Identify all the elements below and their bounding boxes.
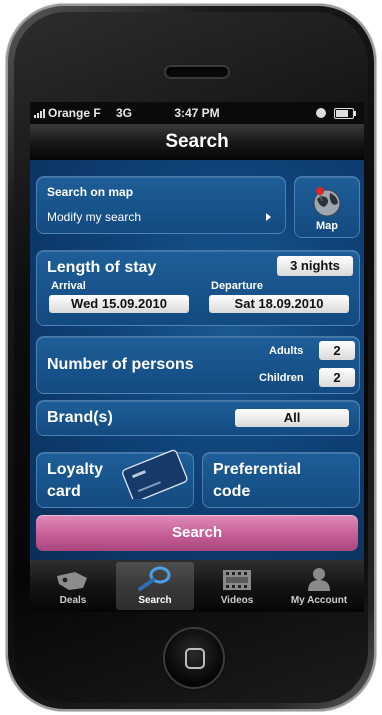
nav-bar: Search: [30, 124, 364, 160]
tag-icon: [57, 572, 87, 590]
departure-label: Departure: [211, 280, 263, 292]
tab-search[interactable]: Search: [116, 562, 194, 610]
status-time: 3:47 PM: [174, 106, 220, 120]
film-icon: [223, 570, 251, 590]
globe-icon: [313, 187, 341, 217]
person-icon: [308, 568, 330, 591]
tab-deals-label: Deals: [59, 595, 87, 606]
tab-videos-label: Videos: [220, 595, 254, 606]
loyalty-card-label-line2: card: [47, 483, 81, 500]
preferential-code-label-line2: code: [213, 483, 251, 500]
search-on-map-panel[interactable]: Search on map Modify my search: [36, 176, 286, 234]
home-button[interactable]: [165, 629, 223, 687]
rotation-lock-icon: [316, 108, 326, 118]
tab-search-label: Search: [138, 595, 172, 606]
page-title: Search: [165, 131, 229, 152]
number-of-persons-panel: Number of persons Adults 2 Children 2: [36, 336, 360, 394]
children-count-field[interactable]: 2: [319, 368, 355, 387]
search-on-map-title: Search on map: [47, 185, 134, 199]
length-of-stay-panel: Length of stay 3 nights Arrival Wed 15.0…: [36, 250, 360, 326]
brands-panel: Brand(s) All: [36, 400, 360, 436]
loyalty-card-icon: [122, 449, 188, 499]
adults-label: Adults: [269, 345, 304, 357]
search-form: Search on map Modify my search Map Lengt…: [30, 160, 364, 560]
arrival-date-field[interactable]: Wed 15.09.2010: [49, 295, 189, 313]
modify-search-link: Modify my search: [47, 210, 142, 224]
brands-label: Brand(s): [47, 409, 113, 426]
loyalty-card-label-line1: Loyalty: [47, 461, 104, 478]
magnifier-icon: [138, 566, 171, 591]
preferential-code-button[interactable]: Preferential code: [202, 452, 360, 508]
preferential-code-label-line1: Preferential: [213, 461, 302, 478]
tab-my-account-label: My Account: [290, 595, 348, 606]
adults-count-field[interactable]: 2: [319, 341, 355, 360]
arrival-label: Arrival: [51, 280, 86, 292]
departure-date-field[interactable]: Sat 18.09.2010: [209, 295, 349, 313]
number-of-persons-label: Number of persons: [47, 356, 194, 373]
earpiece-speaker: [166, 67, 228, 77]
search-button-label: Search: [171, 524, 223, 541]
home-square-icon: [185, 648, 205, 669]
tab-videos[interactable]: Videos: [198, 562, 276, 610]
battery-icon: [334, 108, 356, 119]
brands-selector[interactable]: All: [235, 409, 349, 427]
map-button[interactable]: Map: [294, 176, 360, 238]
nights-selector[interactable]: 3 nights: [277, 256, 353, 276]
map-button-label: Map: [316, 220, 338, 232]
chevron-right-icon: [266, 213, 271, 221]
tab-my-account[interactable]: My Account: [280, 562, 358, 610]
tab-deals[interactable]: Deals: [34, 562, 112, 610]
status-bar: Orange F 3G 3:47 PM: [30, 102, 364, 124]
tab-bar: Deals Search Videos My Account: [30, 560, 364, 612]
app-screen: Orange F 3G 3:47 PM Search Search on map…: [30, 102, 364, 612]
length-of-stay-label: Length of stay: [47, 259, 157, 276]
loyalty-card-button[interactable]: Loyalty card: [36, 449, 194, 508]
search-button[interactable]: Search: [36, 515, 358, 551]
children-label: Children: [259, 372, 304, 384]
